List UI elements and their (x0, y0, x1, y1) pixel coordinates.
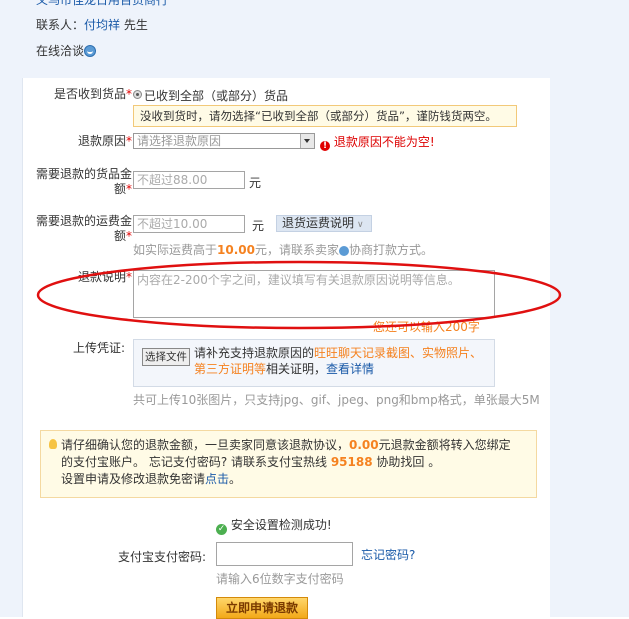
shipping-explanation-label: 退货运费说明 (282, 216, 355, 230)
notice-line-2: 的支付宝账户。 忘记支付密码? 请联系支付宝热线 95188 协助找回 。 (61, 454, 528, 471)
goods-amount-unit: 元 (249, 176, 262, 190)
char-remaining: 您还可以输入200字 (373, 320, 480, 334)
description-label: 退款说明* (36, 270, 132, 285)
notice-line2-a: 的支付宝账户。 忘记支付密码? 请联系支付宝热线 (61, 455, 327, 469)
notice-line3-a: 设置申请及修改退款免密请 (61, 472, 206, 486)
chevron-down-icon: ∨ (357, 220, 364, 230)
right-margin (549, 78, 629, 617)
reason-error: ! 退款原因不能为空! (320, 133, 435, 151)
forgot-password-link[interactable]: 忘记密码? (361, 546, 415, 563)
upload-label: 上传凭证: (72, 341, 125, 355)
required-mark: * (126, 270, 132, 284)
required-mark: * (126, 87, 132, 101)
received-goods-option[interactable]: 已收到全部（或部分）货品 (144, 87, 288, 104)
notice-line2-b: 协助找回 。 (376, 455, 441, 469)
upload-note: 共可上传10张图片，只支持jpg、gif、jpeg、png和bmp格式，单张最大… (133, 393, 540, 407)
left-margin (0, 0, 22, 617)
notice-line-1: 请仔细确认您的退款金额，一旦卖家同意该退款协议，0.00元退款金额将转入您绑定 (61, 437, 528, 454)
required-mark: * (126, 182, 132, 196)
contact-label: 联系人： (36, 18, 85, 32)
reason-error-text: 退款原因不能为空! (333, 135, 435, 149)
contact-title: 先生 (123, 18, 148, 32)
view-details-link[interactable]: 查看详情 (326, 362, 374, 376)
error-icon: ! (320, 141, 330, 151)
required-mark: * (126, 229, 132, 243)
choose-file-button[interactable]: 选择文件 (142, 348, 190, 366)
description-label-text: 退款说明 (77, 270, 126, 284)
security-check: ✓ 安全设置检测成功! (216, 516, 332, 535)
contact-info: 联系人：付均祥 先生 (36, 16, 148, 33)
notice-line1-a: 请仔细确认您的退款金额，一旦卖家同意该退款协议， (61, 438, 350, 452)
notice-line3-b: 。 (229, 472, 242, 486)
click-here-link[interactable]: 点击 (205, 472, 229, 486)
goods-amount-label: 需要退款的货品金 额* (30, 167, 132, 197)
pay-password-input[interactable] (216, 542, 353, 566)
shipping-amount-label-line1: 需要退款的运费金 (35, 214, 132, 228)
received-goods-label: 是否收到货品* (36, 87, 132, 102)
pay-password-hint: 请输入6位数字支付密码 (216, 572, 344, 586)
shipping-hint-end: 协商打款方式。 (349, 243, 434, 257)
lightbulb-icon (49, 439, 57, 449)
check-icon: ✓ (216, 524, 227, 535)
received-goods-radio[interactable] (133, 90, 142, 99)
reason-label: 退款原因* (36, 134, 132, 149)
goods-amount-label-line2: 额 (113, 182, 126, 196)
seller-name-cutoff[interactable]: 义乌市佳龙日用百货商行 (36, 0, 168, 8)
upload-text-mid: 相关证明， (266, 362, 327, 376)
contact-name-link[interactable]: 付均祥 (84, 18, 120, 32)
upload-box: 选择文件 请补充支持退款原因的旺旺聊天记录截图、实物照片、第三方证明等相关证明，… (133, 339, 495, 387)
no-goods-warning: 没收到货时，请勿选择“已收到全部（或部分）货品”，谨防钱货两空。 (133, 105, 517, 127)
alipay-hotline: 95188 (330, 455, 373, 469)
chevron-down-icon[interactable] (300, 134, 314, 148)
shipping-hint-suffix: 元，请联系卖家 (254, 243, 339, 257)
required-mark: * (126, 134, 132, 148)
shipping-amount-label: 需要退款的运费金 额* (30, 214, 132, 244)
notice-amount: 0.00 (349, 438, 379, 452)
reason-select[interactable]: 请选择退款原因 (133, 133, 315, 149)
online-chat-label: 在线洽谈 (36, 44, 85, 58)
upload-instructions: 请补充支持退款原因的旺旺聊天记录截图、实物照片、第三方证明等相关证明，查看详情 (194, 345, 494, 377)
security-check-text: 安全设置检测成功! (230, 518, 332, 532)
description-textarea[interactable]: 内容在2-200个字之间，建议填写有关退款原因说明等信息。 (133, 270, 495, 318)
shipping-amount-input[interactable]: 不超过10.00 (133, 215, 245, 233)
wangwang-chat-icon[interactable] (339, 246, 349, 256)
upload-text-prefix: 请补充支持退款原因的 (194, 346, 315, 360)
shipping-explanation-dropdown[interactable]: 退货运费说明 ∨ (276, 215, 372, 232)
online-chat[interactable]: 在线洽谈 (36, 42, 97, 59)
top-panel (0, 0, 629, 78)
reason-select-value: 请选择退款原因 (137, 134, 222, 148)
shipping-amount-unit: 元 (252, 219, 265, 233)
shipping-hint-prefix: 如实际运费高于 (133, 243, 218, 257)
submit-refund-button[interactable]: 立即申请退款 (216, 597, 308, 619)
goods-amount-label-line1: 需要退款的货品金 (35, 167, 132, 181)
shipping-amount-label-line2: 额 (113, 229, 126, 243)
shipping-hint-amount: 10.00 (217, 243, 255, 257)
notice-line-3: 设置申请及修改退款免密请点击。 (61, 471, 528, 488)
notice-line1-b: 元退款金额将转入您绑定 (378, 438, 511, 452)
shipping-hint: 如实际运费高于10.00元，请联系卖家 协商打款方式。 (133, 241, 433, 258)
received-goods-label-text: 是否收到货品 (53, 87, 126, 101)
refund-notice: 请仔细确认您的退款金额，一旦卖家同意该退款协议，0.00元退款金额将转入您绑定 … (40, 430, 537, 498)
wangwang-chat-icon[interactable] (84, 45, 97, 57)
reason-label-text: 退款原因 (77, 134, 126, 148)
pay-password-label: 支付宝支付密码: (118, 550, 207, 564)
goods-amount-input[interactable]: 不超过88.00 (133, 171, 245, 189)
